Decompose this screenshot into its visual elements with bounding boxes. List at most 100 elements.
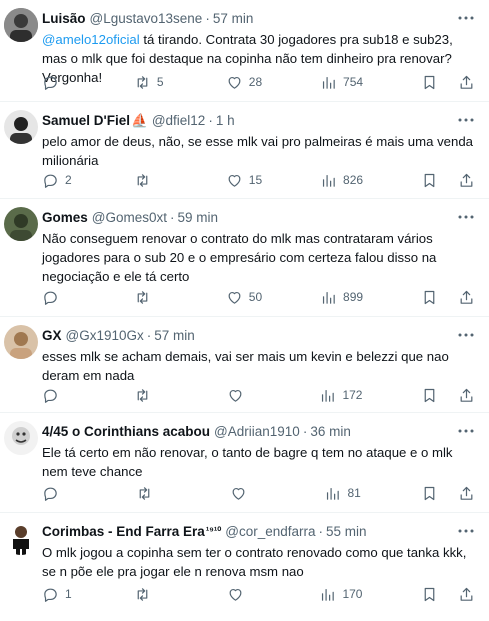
more-options-icon[interactable] (457, 423, 475, 439)
views-button[interactable]: 170 (319, 586, 362, 603)
heart-icon (232, 487, 245, 500)
mention-link[interactable]: @amelo12oficial (42, 32, 140, 47)
timestamp[interactable]: 59 min (178, 209, 219, 226)
retweet-button[interactable] (134, 172, 168, 189)
views-icon (322, 291, 335, 304)
retweet-icon (137, 173, 148, 187)
tweet-text: pelo amor de deus, não, se esse mlk vai … (42, 134, 474, 168)
bookmark-button[interactable] (421, 74, 438, 91)
reply-button[interactable] (42, 289, 76, 306)
more-options-icon[interactable] (457, 112, 475, 128)
like-button[interactable]: 50 (226, 289, 262, 306)
timestamp[interactable]: 57 min (154, 327, 195, 344)
bookmark-button[interactable] (421, 485, 438, 502)
reply-button[interactable]: 2 (42, 172, 76, 189)
heart-icon (228, 291, 241, 304)
retweet-icon (137, 75, 148, 89)
tweet[interactable]: Luisão @Lgustavo13sene · 57 min @amelo12… (0, 0, 489, 102)
more-options-icon[interactable] (457, 523, 475, 539)
bookmark-button[interactable] (421, 172, 438, 189)
tweet[interactable]: 4/45 o Corinthians acabou @Adriian1910 ·… (0, 413, 489, 513)
bookmark-button[interactable] (421, 289, 438, 306)
avatar[interactable] (4, 325, 38, 359)
share-button[interactable] (458, 586, 475, 603)
like-button[interactable]: 15 (226, 172, 262, 189)
share-button[interactable] (458, 387, 475, 404)
like-button[interactable]: 28 (226, 74, 262, 91)
more-options-icon[interactable] (457, 10, 475, 26)
share-button[interactable] (458, 289, 475, 306)
author-handle[interactable]: @Gomes0xt (92, 209, 167, 226)
tweet[interactable]: Corimbas - End Farra Era ¹⁹¹⁰ @cor_endfa… (0, 513, 489, 621)
heart-icon (229, 588, 242, 601)
avatar[interactable] (4, 207, 38, 241)
like-button[interactable] (227, 586, 261, 603)
like-button[interactable] (227, 387, 261, 404)
share-button[interactable] (458, 74, 475, 91)
tweet-actions: 81 (42, 483, 475, 503)
retweet-icon (138, 388, 148, 402)
avatar[interactable] (4, 110, 38, 144)
views-button[interactable]: 81 (324, 485, 361, 502)
share-icon (460, 587, 473, 601)
reply-icon (44, 291, 57, 305)
author-name[interactable]: GX (42, 327, 62, 344)
reply-button[interactable] (42, 485, 76, 502)
tweet[interactable]: Samuel D'Fiel ⛵ @dfiel12 · 1 h pelo amor… (0, 102, 489, 199)
like-button[interactable] (230, 485, 264, 502)
author-handle[interactable]: @Adriian1910 (214, 423, 300, 440)
tweet-actions: 50 899 (42, 287, 475, 307)
retweet-button[interactable]: 5 (134, 74, 168, 91)
author-name[interactable]: Samuel D'Fiel (42, 112, 130, 129)
timestamp[interactable]: 36 min (310, 423, 351, 440)
retweet-button[interactable] (136, 485, 170, 502)
author-handle[interactable]: @Gx1910Gx (66, 327, 144, 344)
retweet-button[interactable] (134, 586, 168, 603)
separator-dot: · (146, 328, 152, 343)
more-options-icon[interactable] (457, 327, 475, 343)
bookmark-button[interactable] (421, 387, 438, 404)
avatar[interactable] (4, 8, 38, 42)
share-button[interactable] (458, 485, 475, 502)
reply-button[interactable]: 1 (42, 586, 76, 603)
more-options-icon[interactable] (457, 209, 475, 225)
author-name[interactable]: Gomes (42, 209, 88, 226)
heart-icon (228, 174, 241, 187)
author-name-emoji: ⛵ (131, 113, 148, 128)
separator-dot: · (318, 524, 323, 539)
author-name[interactable]: Corimbas - End Farra Era (42, 523, 205, 540)
bookmark-icon (424, 587, 435, 601)
share-icon (460, 75, 473, 89)
views-button[interactable]: 899 (320, 289, 363, 306)
views-button[interactable]: 826 (320, 172, 363, 189)
bookmark-icon (424, 75, 435, 89)
reply-button[interactable] (42, 387, 76, 404)
bookmark-icon (424, 486, 435, 500)
views-icon (322, 588, 335, 601)
share-button[interactable] (458, 172, 475, 189)
author-handle[interactable]: @Lgustavo13sene (90, 10, 203, 27)
tweet-text: Ele tá certo em não renovar, o tanto de … (42, 445, 453, 479)
retweet-button[interactable] (134, 387, 168, 404)
author-handle[interactable]: @dfiel12 (152, 112, 206, 129)
separator-dot: · (302, 424, 308, 439)
author-handle[interactable]: @cor_endfarra (225, 523, 315, 540)
timestamp[interactable]: 55 min (326, 523, 367, 540)
avatar[interactable] (4, 421, 38, 455)
tweet[interactable]: GX @Gx1910Gx · 57 min esses mlk se acham… (0, 317, 489, 413)
tweet[interactable]: Gomes @Gomes0xt · 59 min Não conseguem r… (0, 199, 489, 317)
tweet-actions: 1 170 (42, 584, 475, 604)
views-button[interactable]: 754 (320, 74, 363, 91)
bookmark-button[interactable] (421, 586, 438, 603)
author-name[interactable]: 4/45 o Corinthians acabou (42, 423, 210, 440)
timestamp[interactable]: 57 min (213, 10, 254, 27)
tweet-actions: 2 15 826 (42, 170, 475, 190)
author-name[interactable]: Luisão (42, 10, 86, 27)
timestamp[interactable]: 1 h (216, 112, 235, 129)
views-button[interactable]: 172 (319, 387, 362, 404)
avatar[interactable] (4, 521, 38, 555)
retweet-button[interactable] (134, 289, 168, 306)
reply-button[interactable] (42, 74, 76, 91)
heart-icon (228, 76, 241, 89)
author-name-suffix: ¹⁹¹⁰ (205, 526, 222, 537)
